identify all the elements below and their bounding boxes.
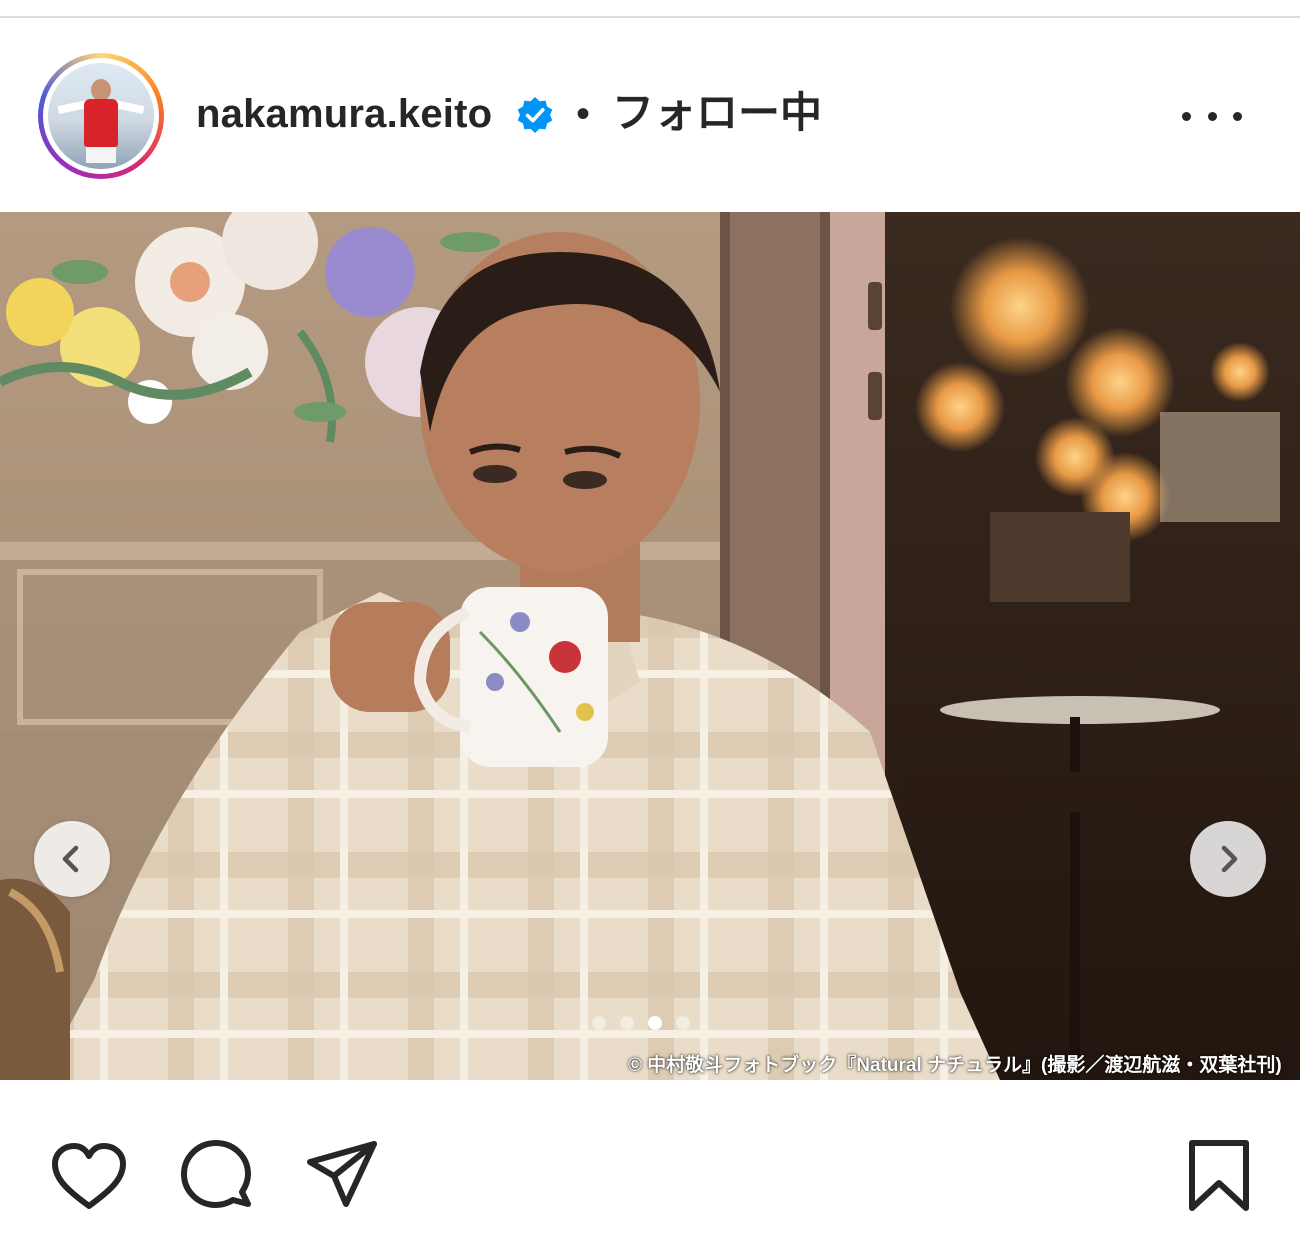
carousel-next-button[interactable] — [1190, 821, 1266, 897]
post-image — [0, 212, 1300, 1080]
verified-badge-icon — [517, 97, 553, 133]
username-link[interactable]: nakamura.keito — [196, 88, 492, 140]
separator-dot: • — [576, 92, 591, 136]
carousel-prev-button[interactable] — [34, 821, 110, 897]
chevron-left-icon — [62, 845, 79, 873]
post-header: nakamura.keito • フォロー中 — [0, 18, 1300, 212]
carousel-dot — [592, 1016, 606, 1030]
comment-icon[interactable] — [178, 1138, 254, 1214]
carousel-dot — [620, 1016, 634, 1030]
carousel-dot — [676, 1016, 690, 1030]
follow-status-button[interactable]: フォロー中 — [612, 86, 822, 140]
story-ring[interactable] — [38, 53, 164, 179]
heart-icon[interactable] — [50, 1142, 128, 1212]
more-options-icon[interactable] — [1182, 98, 1242, 134]
photo-credit: © 中村敬斗フォトブック『Natural ナチュラル』(撮影／渡辺航滋・双葉社刊… — [628, 1055, 1282, 1076]
send-icon[interactable] — [304, 1138, 380, 1214]
post-photo[interactable] — [0, 212, 1300, 1080]
carousel-dot — [648, 1016, 662, 1030]
chevron-right-icon — [1221, 845, 1238, 873]
carousel-indicator — [592, 1016, 690, 1030]
avatar[interactable] — [48, 63, 154, 169]
bookmark-icon[interactable] — [1186, 1138, 1252, 1214]
action-bar — [0, 1080, 1300, 1237]
